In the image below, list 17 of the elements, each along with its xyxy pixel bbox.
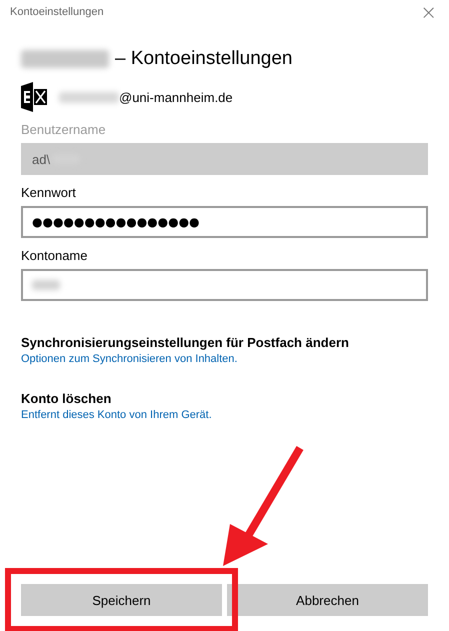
dialog-button[interactable]: Abbrechen [227,584,428,616]
settings-link[interactable]: Optionen zum Synchronisieren von Inhalten. [21,353,428,365]
close-button[interactable]: × [420,2,437,22]
field-label: Kontoname [21,248,88,263]
password-field[interactable]: ●●●●●●●●●●●●●●●● [21,206,428,238]
field-label: Benutzername [21,122,107,137]
dialog-button[interactable]: Speichern [21,584,222,616]
settings-link[interactable]: Entfernt dieses Konto von Ihrem Gerät. [21,409,428,421]
section-title: Synchronisierungseinstellungen für Postfach ändern [21,335,350,350]
input-field[interactable] [21,269,428,301]
page-heading: – Kontoeinstellungen [115,48,292,70]
exchange-logo-icon [21,82,47,112]
window-title: Kontoeinstellungen [10,6,104,18]
field-label: Kennwort [21,185,77,200]
account-email: @uni-mannheim.de [119,90,233,104]
section-title: Konto löschen [21,391,112,406]
blurred-text [59,92,119,102]
